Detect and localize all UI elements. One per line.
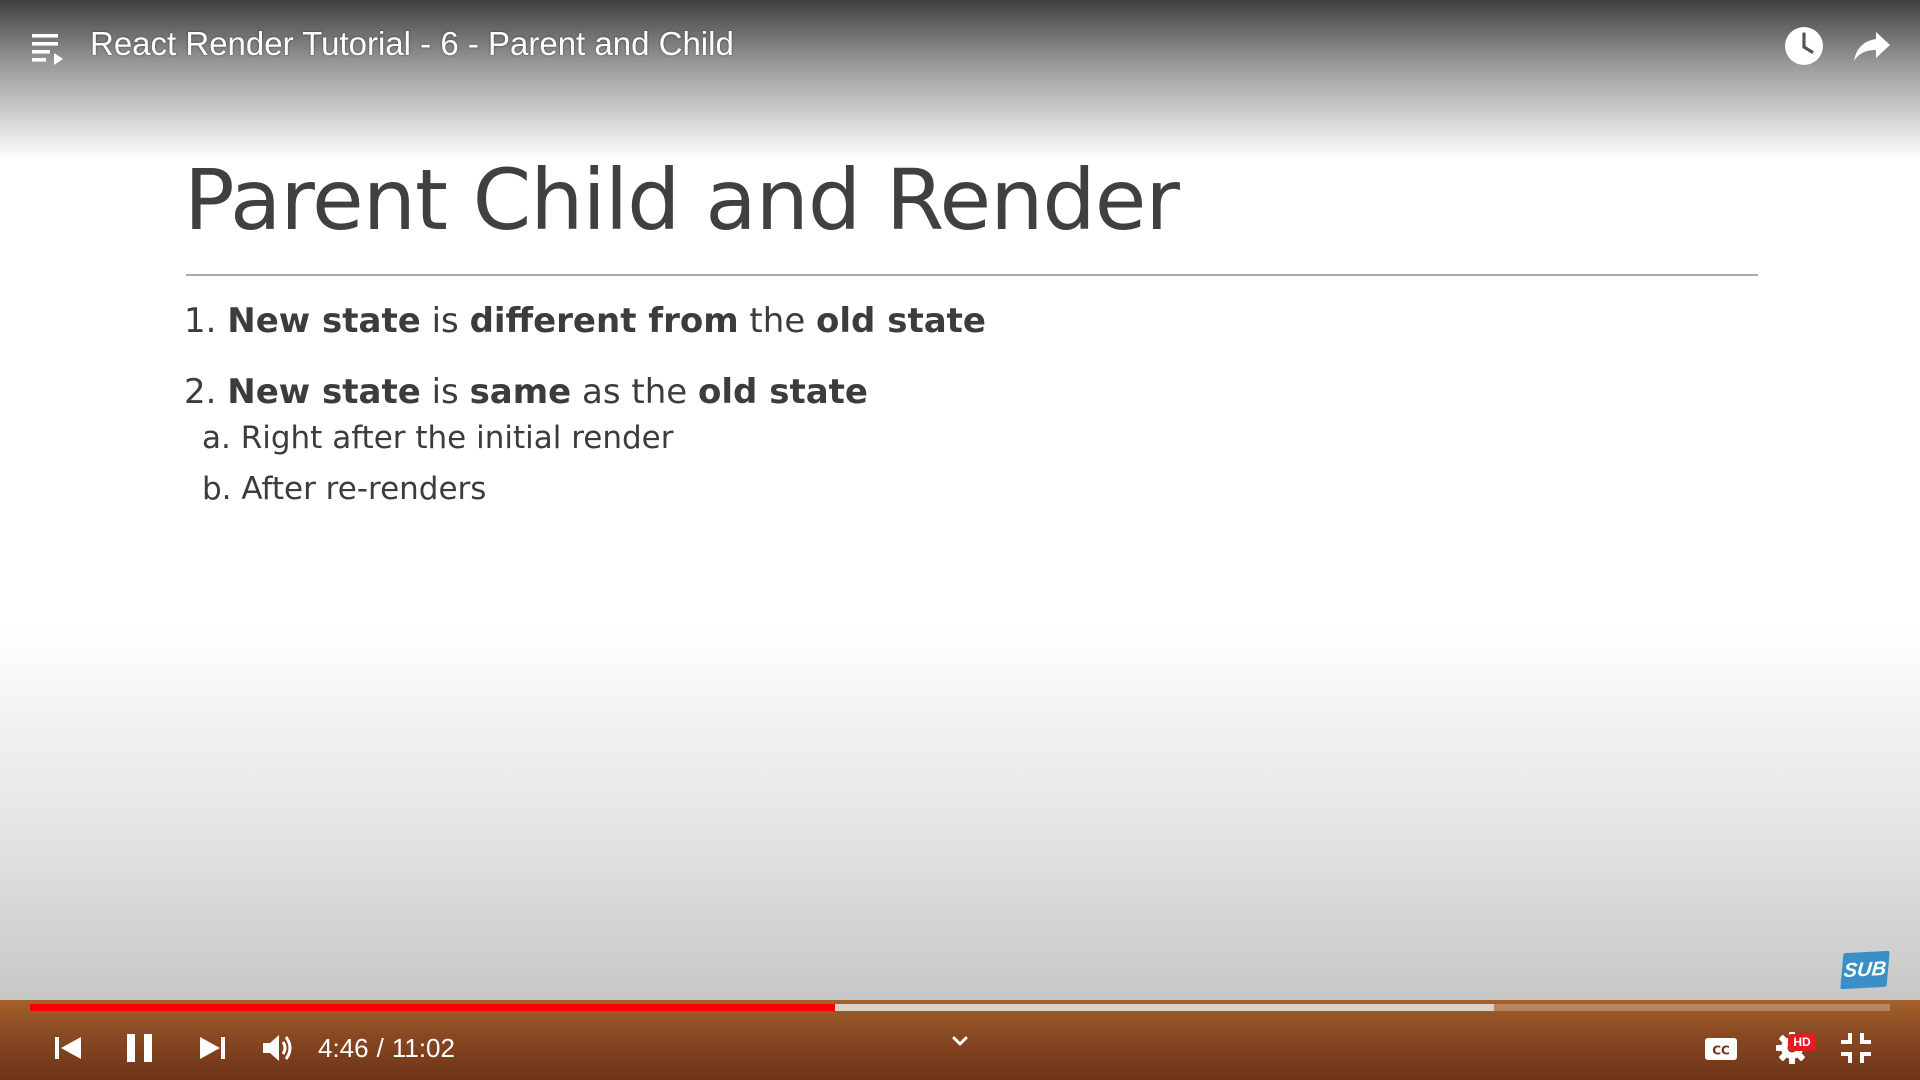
item-text: the: [738, 301, 817, 341]
skip-next-icon[interactable]: [192, 1028, 232, 1068]
video-title[interactable]: React Render Tutorial - 6 - Parent and C…: [90, 24, 734, 64]
svg-text:CC: CC: [1712, 1044, 1730, 1058]
item-text: New state: [227, 301, 421, 341]
current-time: 4:46: [318, 1033, 369, 1063]
slide-list: 1. New state is different from the old s…: [184, 298, 986, 510]
time-display: 4:46/11:02: [318, 1030, 455, 1066]
hd-badge: HD: [1788, 1034, 1816, 1051]
duration: 11:02: [391, 1033, 455, 1063]
clock-icon[interactable]: [1782, 24, 1826, 68]
progress-bar[interactable]: [30, 1004, 1890, 1011]
item-text: as the: [571, 372, 699, 412]
item-text: same: [469, 372, 572, 412]
slide-title: Parent Child and Render: [184, 151, 1180, 249]
item-text: is: [420, 372, 470, 412]
item-text: old state: [698, 372, 868, 412]
slide-item-1: 1. New state is different from the old s…: [184, 298, 986, 344]
slide-item-2: 2. New state is same as the old state: [184, 369, 986, 415]
item-number: 1.: [184, 301, 217, 341]
item-text: is: [420, 301, 470, 341]
cc-icon[interactable]: CC: [1702, 1030, 1740, 1068]
time-separator: /: [376, 1033, 384, 1063]
playlist-icon[interactable]: [30, 28, 70, 68]
slide-divider: [186, 274, 1758, 276]
volume-icon[interactable]: [258, 1028, 298, 1068]
item-text: New state: [227, 372, 421, 412]
progress-played: [30, 1004, 835, 1011]
slide-subitem-a: a. Right after the initial render: [202, 420, 674, 456]
share-icon[interactable]: [1850, 24, 1894, 68]
video-player[interactable]: Parent Child and Render 1. New state is …: [0, 0, 1920, 1080]
item-text: different from: [469, 301, 739, 341]
slide-subitem-b: b. After re-renders: [202, 471, 487, 507]
item-number: 2.: [184, 372, 217, 412]
item-text: old state: [816, 301, 986, 341]
top-bar: React Render Tutorial - 6 - Parent and C…: [0, 0, 1920, 90]
exit-fullscreen-icon[interactable]: [1836, 1028, 1876, 1068]
pause-icon[interactable]: [120, 1028, 160, 1068]
skip-previous-icon[interactable]: [48, 1028, 88, 1068]
chevron-down-icon[interactable]: [940, 1024, 980, 1060]
subscribe-badge[interactable]: SUB: [1840, 950, 1890, 990]
